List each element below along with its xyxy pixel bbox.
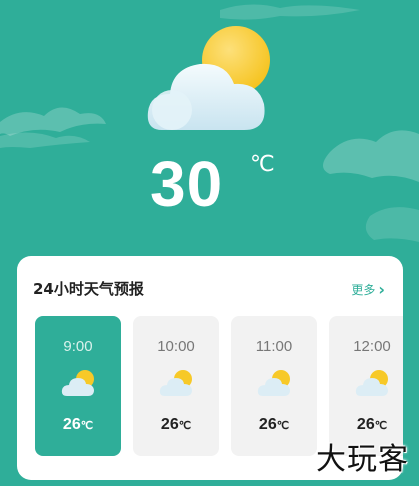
sun-behind-cloud-icon <box>147 26 270 131</box>
partly-cloudy-icon <box>61 370 94 396</box>
hour-time: 9:00 <box>63 338 93 355</box>
hour-item[interactable]: 10:00 26℃ <box>133 316 219 456</box>
temperature-value: 30 <box>150 148 224 220</box>
hour-time: 10:00 <box>157 338 195 355</box>
hour-temperature: 26℃ <box>356 416 388 433</box>
more-link[interactable]: 更多 › <box>351 281 385 298</box>
hour-time: 12:00 <box>353 338 391 355</box>
chevron-right-icon: › <box>378 279 385 299</box>
background-cloud-decoration <box>220 4 360 20</box>
partly-cloudy-icon <box>159 370 192 396</box>
hour-item-selected[interactable]: 9:00 26℃ <box>35 316 121 456</box>
hour-temperature: 26℃ <box>62 416 94 433</box>
watermark: 大玩客 <box>316 442 409 477</box>
temperature-unit: ℃ <box>250 152 275 177</box>
more-label: 更多 <box>351 283 376 297</box>
hour-item[interactable]: 11:00 26℃ <box>231 316 317 456</box>
hour-temperature: 26℃ <box>258 416 290 433</box>
background-cloud-decoration <box>365 207 419 242</box>
current-temperature: 30 ℃ <box>150 146 290 226</box>
partly-cloudy-icon <box>257 370 290 396</box>
background-cloud-decoration <box>0 107 106 148</box>
forecast-title: 24小时天气预报 <box>33 280 144 298</box>
background-cloud-decoration <box>323 130 419 182</box>
hour-temperature: 26℃ <box>160 416 192 433</box>
hour-time: 11:00 <box>255 338 293 355</box>
partly-cloudy-icon <box>355 370 388 396</box>
